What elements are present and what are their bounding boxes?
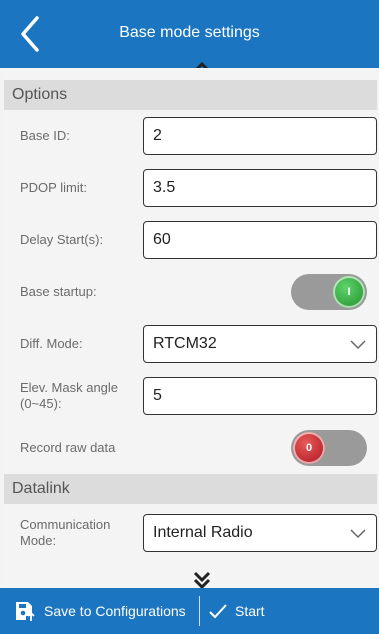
base-startup-toggle[interactable]: I	[291, 274, 367, 310]
comm-mode-select[interactable]: Internal Radio	[143, 514, 377, 552]
toggle-knob-on: I	[333, 276, 365, 308]
settings-panel: Options Base ID: 2 PDOP limit: 3.5 Delay…	[4, 68, 377, 586]
toggle-knob-off: 0	[293, 432, 325, 464]
page-title: Base mode settings	[119, 24, 260, 41]
elev-mask-input[interactable]: 5	[143, 377, 377, 415]
save-icon	[16, 602, 35, 621]
chevron-down-icon	[350, 529, 366, 539]
bottom-toolbar: Save to Configurations Start	[0, 588, 379, 634]
row-pdop-limit: PDOP limit: 3.5	[4, 162, 377, 214]
diff-mode-label: Diff. Mode:	[20, 336, 83, 351]
comm-mode-value: Internal Radio	[153, 524, 253, 541]
delay-start-input[interactable]: 60	[143, 221, 377, 259]
record-raw-label: Record raw data	[20, 440, 116, 455]
row-base-id: Base ID: 2	[4, 110, 377, 162]
base-id-input[interactable]: 2	[143, 117, 377, 155]
record-raw-toggle[interactable]: 0	[291, 430, 367, 466]
elev-mask-label-line1: Elev. Mask angle	[20, 380, 119, 395]
elev-mask-label: Elev. Mask angle (0~45):	[20, 380, 118, 412]
row-elev-mask: Elev. Mask angle (0~45): 5	[4, 370, 377, 422]
row-diff-mode: Diff. Mode: RTCM32	[4, 318, 377, 370]
section-options: Options	[4, 80, 377, 110]
comm-mode-label: Communication Mode:	[20, 517, 110, 549]
pdop-limit-input[interactable]: 3.5	[143, 169, 377, 207]
row-delay-start: Delay Start(s): 60	[4, 214, 377, 266]
comm-mode-label-line1: Communication	[20, 517, 111, 532]
pdop-limit-label: PDOP limit:	[20, 180, 87, 195]
title-bar: Base mode settings	[0, 0, 379, 68]
toolbar-divider	[199, 596, 200, 626]
diff-mode-value: RTCM32	[153, 335, 217, 352]
save-label: Save to Configurations	[44, 603, 186, 619]
base-startup-label: Base startup:	[20, 284, 97, 299]
elev-mask-label-line2: (0~45):	[20, 396, 62, 411]
chevron-down-icon	[350, 340, 366, 350]
start-button[interactable]: Start	[209, 588, 265, 634]
save-to-configurations-button[interactable]: Save to Configurations	[14, 588, 186, 634]
diff-mode-select[interactable]: RTCM32	[143, 325, 377, 363]
row-record-raw: Record raw data 0	[4, 422, 377, 474]
delay-start-label: Delay Start(s):	[20, 232, 104, 247]
row-base-startup: Base startup: I	[4, 266, 377, 318]
section-datalink: Datalink	[4, 474, 377, 504]
row-comm-mode: Communication Mode: Internal Radio	[4, 504, 377, 562]
check-icon	[209, 604, 227, 619]
comm-mode-label-line2: Mode:	[20, 533, 57, 548]
start-label: Start	[235, 603, 265, 619]
base-id-label: Base ID:	[20, 128, 70, 143]
